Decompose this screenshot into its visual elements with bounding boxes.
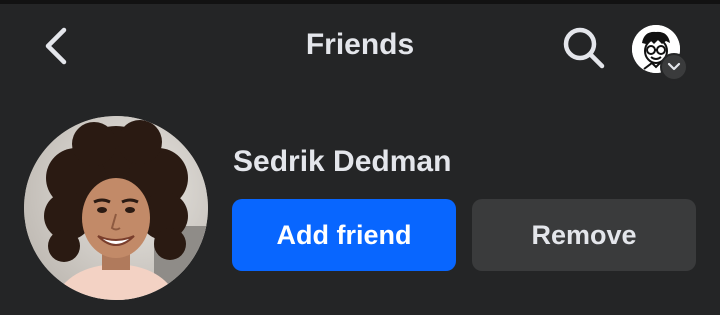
search-button[interactable] xyxy=(558,24,610,76)
remove-button[interactable]: Remove xyxy=(472,199,696,271)
search-icon xyxy=(560,24,608,77)
add-friend-button[interactable]: Add friend xyxy=(232,199,456,271)
chevron-left-icon xyxy=(42,26,70,71)
page-title: Friends xyxy=(305,28,415,61)
chevron-down-icon xyxy=(660,53,688,81)
account-menu-button[interactable] xyxy=(628,22,688,81)
back-button[interactable] xyxy=(36,26,76,70)
friend-name[interactable]: Sedrik Dedman xyxy=(233,145,451,179)
status-bar-edge xyxy=(0,0,720,4)
friend-avatar[interactable] xyxy=(24,116,208,300)
